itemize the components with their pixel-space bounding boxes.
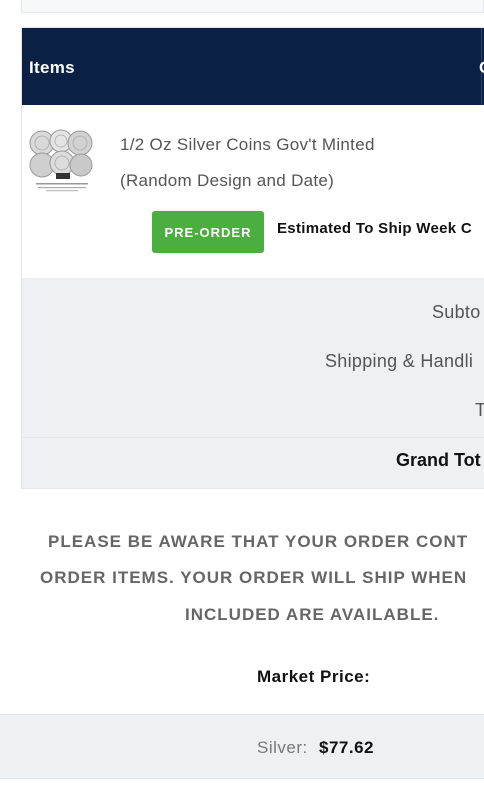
- estimated-ship-note: Estimated To Ship Week C: [277, 220, 473, 237]
- table-header: Items C: [22, 28, 484, 105]
- order-totals: Subto Shipping & Handli T Grand Tot: [22, 279, 484, 488]
- market-price-label: Market Price:: [257, 667, 371, 686]
- item-name-line2[interactable]: (Random Design and Date): [120, 171, 334, 191]
- notice-line2: ORDER ITEMS. YOUR ORDER WILL SHIP WHEN: [40, 568, 468, 587]
- shipping-handling-label: Shipping & Handli: [325, 351, 474, 371]
- grand-total-label: Grand Tot: [396, 450, 481, 470]
- pre-order-badge: PRE-ORDER: [152, 211, 264, 253]
- totals-divider: [22, 437, 484, 438]
- market-price-bar: Silver: $77.62: [0, 714, 484, 779]
- table-row: 1/2 Oz Silver Coins Gov't Minted (Random…: [22, 105, 484, 279]
- previous-section-strip: [21, 0, 484, 13]
- silver-price-value: $77.62: [319, 738, 374, 757]
- subtotal-label: Subto: [432, 302, 481, 322]
- items-column-header: Items: [29, 58, 75, 77]
- next-column-header: C: [479, 58, 484, 78]
- silver-price-label: Silver:: [257, 738, 308, 757]
- order-items-table: Items C 1/2 Oz Silver Coins Go: [21, 27, 484, 489]
- notice-line1: PLEASE BE AWARE THAT YOUR ORDER CONT: [48, 532, 469, 551]
- silver-coins-thumbnail-icon[interactable]: [28, 129, 94, 193]
- notice-line3: INCLUDED ARE AVAILABLE.: [185, 605, 440, 624]
- tax-label: T: [475, 400, 484, 421]
- item-name-line1[interactable]: 1/2 Oz Silver Coins Gov't Minted: [120, 135, 375, 155]
